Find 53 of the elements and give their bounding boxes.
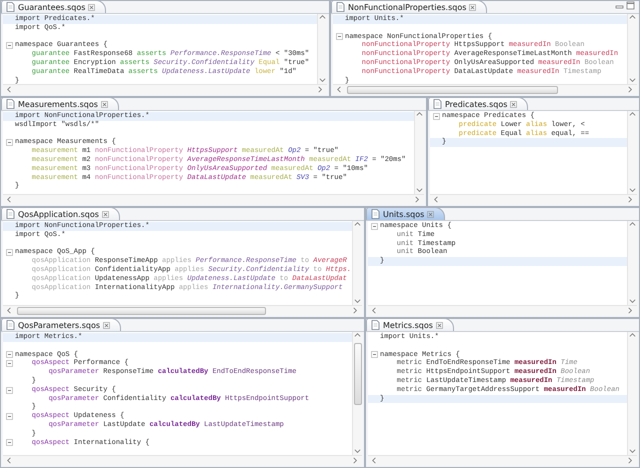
close-icon[interactable]: [102, 210, 109, 218]
editor-tab[interactable]: QosApplication.sqos: [1, 208, 120, 220]
fold-icon[interactable]: [432, 112, 440, 120]
fold-icon[interactable]: [370, 222, 378, 230]
vertical-scrollbar[interactable]: [352, 221, 362, 305]
tab-label: Predicates.sqos: [445, 100, 508, 108]
editor-tab[interactable]: Measurements.sqos: [1, 98, 119, 110]
close-icon[interactable]: [510, 100, 518, 108]
fold-icon[interactable]: [6, 351, 12, 358]
horizontal-scrollbar[interactable]: [368, 455, 637, 465]
close-icon[interactable]: [88, 4, 96, 10]
close-icon[interactable]: [469, 4, 476, 10]
editor-tab[interactable]: NonFunctionalProperties.sqos: [331, 1, 488, 13]
fold-icon[interactable]: [6, 386, 12, 394]
tab-label: Metrics.sqos: [383, 320, 433, 330]
horizontal-scrollbar[interactable]: [368, 305, 637, 315]
horizontal-scrollbar[interactable]: [3, 84, 327, 94]
tab-label: QosParameters.sqos: [18, 320, 100, 330]
maximize-icon[interactable]: [626, 1, 635, 10]
fold-icon[interactable]: [6, 413, 12, 420]
editor-tab[interactable]: Guarantees.sqos: [1, 1, 106, 13]
fold-icon[interactable]: [6, 249, 12, 256]
tab-label: NonFunctionalProperties.sqos: [348, 2, 466, 12]
fold-icon[interactable]: [6, 42, 12, 50]
tab-label: Measurements.sqos: [18, 100, 98, 108]
fold-icon[interactable]: [336, 33, 342, 40]
vertical-scrollbar[interactable]: [317, 14, 327, 84]
fold-icon[interactable]: [6, 439, 12, 446]
vertical-scrollbar[interactable]: [627, 332, 637, 455]
vertical-scrollbar[interactable]: [627, 221, 637, 305]
close-icon[interactable]: [103, 322, 110, 328]
tab-label: Units.sqos: [383, 210, 424, 218]
tab-label: Guarantees.sqos: [18, 2, 86, 12]
close-icon[interactable]: [100, 100, 108, 108]
horizontal-scrollbar[interactable]: [3, 194, 424, 204]
close-icon[interactable]: [436, 322, 443, 328]
horizontal-scrollbar[interactable]: [333, 84, 637, 94]
horizontal-scrollbar[interactable]: [3, 305, 362, 315]
fold-icon[interactable]: [6, 360, 12, 368]
vertical-scrollbar[interactable]: [352, 332, 362, 455]
horizontal-scrollbar[interactable]: [3, 455, 362, 465]
fold-icon[interactable]: [370, 351, 378, 358]
editor-tab[interactable]: QosParameters.sqos: [1, 319, 121, 331]
editor-tab[interactable]: Predicates.sqos: [428, 98, 528, 110]
editor-tab[interactable]: Units.sqos: [366, 208, 446, 220]
vertical-scrollbar[interactable]: [414, 111, 424, 194]
editor-tab[interactable]: Metrics.sqos: [366, 319, 454, 331]
vertical-scrollbar[interactable]: [627, 14, 637, 84]
fold-icon[interactable]: [6, 139, 12, 146]
close-icon[interactable]: [427, 210, 434, 218]
tab-label: QosApplication.sqos: [18, 210, 99, 218]
vertical-scrollbar[interactable]: [627, 111, 637, 194]
horizontal-scrollbar[interactable]: [430, 194, 637, 204]
